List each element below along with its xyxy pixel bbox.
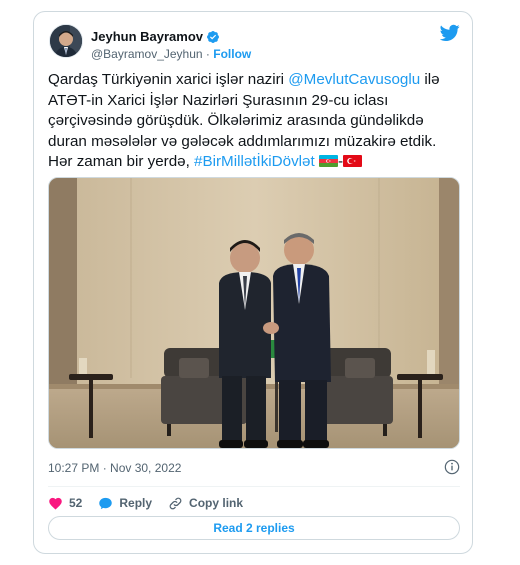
display-name-text: Jeyhun Bayramov — [91, 29, 203, 44]
timestamp[interactable]: 10:27 PM · Nov 30, 2022 — [48, 461, 181, 475]
copy-link-label: Copy link — [189, 496, 244, 510]
tweet-card: Jeyhun Bayramov @Bayramov_Jeyhun · Follo… — [33, 11, 473, 554]
hashtag-link[interactable]: #BirMillətİkiDövlət — [194, 153, 315, 170]
heart-icon — [49, 497, 62, 509]
verified-badge-icon — [207, 30, 219, 43]
tweet-text: Qardaş Türkiyənin xarici işlər naziri @M… — [48, 70, 460, 173]
reply-button[interactable]: Reply — [98, 496, 152, 511]
info-icon[interactable] — [444, 459, 460, 475]
separator: · — [205, 47, 210, 61]
copy-link-button[interactable]: Copy link — [168, 496, 243, 511]
like-button[interactable]: 52 — [48, 496, 82, 511]
tweet-text-part-1: Qardaş Türkiyənin xarici işlər naziri — [48, 71, 289, 88]
read-replies-button[interactable]: Read 2 replies — [48, 516, 460, 540]
handle-row: @Bayramov_Jeyhun · Follow — [91, 47, 251, 61]
speech-bubble-icon — [99, 497, 113, 509]
reply-label: Reply — [119, 496, 153, 510]
divider — [48, 486, 460, 487]
link-icon — [169, 497, 182, 509]
tweet-header: Jeyhun Bayramov @Bayramov_Jeyhun · Follo… — [49, 24, 460, 68]
mention-link[interactable]: @MevlutCavusoglu — [288, 71, 420, 88]
avatar[interactable] — [49, 24, 83, 58]
turkey-flag-icon — [343, 155, 363, 167]
action-bar: 52 Reply Copy link — [48, 490, 460, 516]
handle[interactable]: @Bayramov_Jeyhun — [91, 47, 203, 61]
azerbaijan-flag-icon — [318, 155, 338, 167]
follow-button[interactable]: Follow — [213, 47, 251, 61]
tweet-photo[interactable] — [48, 177, 460, 449]
timestamp-row: 10:27 PM · Nov 30, 2022 — [48, 459, 460, 477]
display-name[interactable]: Jeyhun Bayramov — [91, 29, 220, 44]
likes-count: 52 — [69, 496, 83, 510]
twitter-bird-icon[interactable] — [440, 24, 460, 42]
